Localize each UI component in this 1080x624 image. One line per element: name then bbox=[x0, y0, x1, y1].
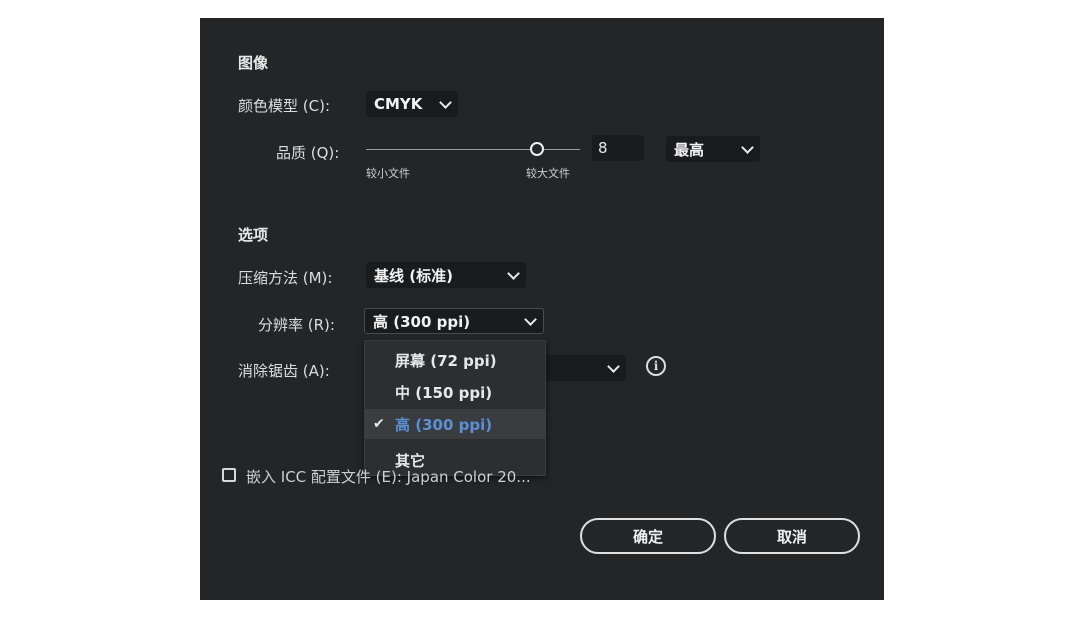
menu-item-medium[interactable]: 中 (150 ppi) bbox=[365, 377, 545, 407]
menu-item-label: 高 (300 ppi) bbox=[395, 415, 493, 434]
anti-alias-label: 消除锯齿 (A): bbox=[238, 362, 330, 380]
menu-item-label: 屏幕 (72 ppi) bbox=[395, 351, 497, 370]
chevron-down-icon bbox=[439, 96, 452, 109]
quality-preset-select[interactable]: 最高 bbox=[666, 136, 760, 162]
embed-icc-label: 嵌入 ICC 配置文件 (E): Japan Color 20... bbox=[246, 468, 531, 486]
color-model-select[interactable]: CMYK bbox=[366, 91, 458, 117]
chevron-down-icon bbox=[607, 360, 620, 373]
resolution-select[interactable]: 高 (300 ppi) bbox=[364, 308, 544, 334]
quality-max-label: 较大文件 bbox=[526, 167, 570, 180]
menu-item-screen[interactable]: 屏幕 (72 ppi) bbox=[365, 345, 545, 375]
resolution-value: 高 (300 ppi) bbox=[373, 312, 471, 331]
options-section-title: 选项 bbox=[238, 226, 269, 244]
menu-item-high[interactable]: ✔ 高 (300 ppi) bbox=[365, 409, 545, 439]
quality-slider-track[interactable] bbox=[366, 149, 580, 150]
chevron-down-icon bbox=[507, 267, 520, 280]
quality-label: 品质 (Q): bbox=[276, 144, 340, 162]
compression-value: 基线 (标准) bbox=[374, 266, 453, 285]
checkmark-icon: ✔ bbox=[373, 416, 385, 432]
resolution-label: 分辨率 (R): bbox=[258, 316, 335, 334]
menu-item-label: 中 (150 ppi) bbox=[395, 383, 493, 402]
compression-label: 压缩方法 (M): bbox=[238, 269, 333, 287]
quality-slider-handle[interactable] bbox=[530, 142, 545, 156]
color-model-label: 颜色模型 (C): bbox=[238, 97, 330, 115]
image-section-title: 图像 bbox=[238, 54, 269, 72]
cancel-button[interactable]: 取消 bbox=[724, 518, 860, 554]
quality-preset-value: 最高 bbox=[674, 140, 705, 159]
quality-min-label: 较小文件 bbox=[366, 167, 410, 180]
color-model-value: CMYK bbox=[374, 95, 423, 113]
export-options-dialog: 图像 颜色模型 (C): CMYK 品质 (Q): 较小文件 较大文件 8 最高… bbox=[200, 18, 884, 600]
resolution-dropdown-menu: 屏幕 (72 ppi) 中 (150 ppi) ✔ 高 (300 ppi) 其它 bbox=[364, 340, 546, 476]
chevron-down-icon bbox=[741, 141, 754, 154]
embed-icc-checkbox[interactable] bbox=[222, 468, 236, 482]
quality-value-input[interactable]: 8 bbox=[592, 135, 644, 161]
chevron-down-icon bbox=[524, 313, 537, 326]
compression-select[interactable]: 基线 (标准) bbox=[366, 262, 526, 288]
info-icon[interactable]: i bbox=[646, 356, 666, 376]
ok-button[interactable]: 确定 bbox=[580, 518, 716, 554]
